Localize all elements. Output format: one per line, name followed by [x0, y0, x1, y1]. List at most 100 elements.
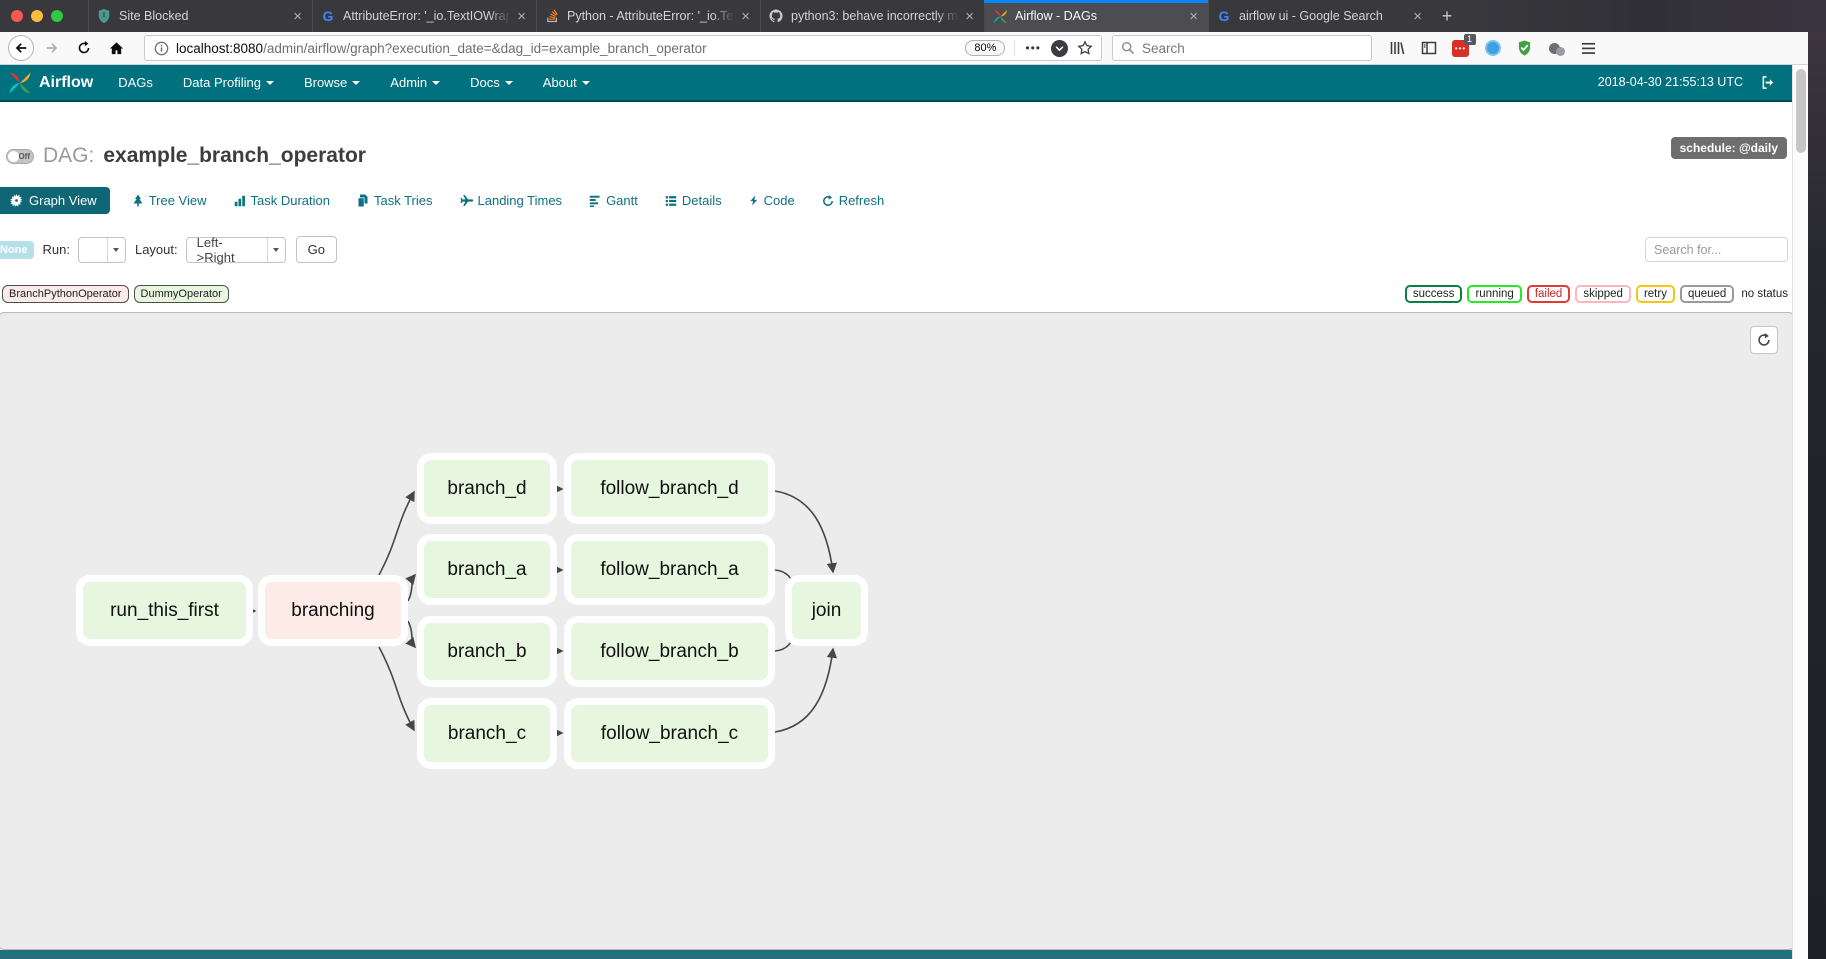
scrollbar-thumb[interactable] — [1796, 69, 1806, 153]
new-tab-button[interactable]: + — [1432, 0, 1462, 32]
url-text[interactable]: localhost:8080/admin/airflow/graph?execu… — [176, 41, 965, 56]
tab-airflow-ui-search[interactable]: G airflow ui - Google Search × — [1208, 0, 1432, 32]
url-domain: localhost:8080 — [176, 41, 263, 56]
sidebars-icon[interactable] — [1420, 40, 1437, 57]
background-window-edge — [1808, 32, 1826, 959]
pocket-icon[interactable] — [1051, 40, 1068, 57]
reload-icon[interactable] — [70, 34, 98, 62]
task-node-branch_b[interactable]: branch_b — [424, 623, 550, 680]
macos-window-controls[interactable] — [0, 0, 88, 32]
task-node-branching[interactable]: branching — [265, 582, 401, 639]
close-icon[interactable]: × — [514, 8, 529, 25]
nav-item-about[interactable]: About — [528, 65, 605, 100]
browser-search-input[interactable] — [1142, 41, 1342, 56]
status-legend: success running failed skipped retry que… — [1405, 285, 1790, 303]
tab-python-attributeerror[interactable]: Python - AttributeError: '_io.Te × — [536, 0, 760, 32]
airflow-brand[interactable]: Airflow — [0, 71, 103, 95]
airflow-logo-icon — [8, 71, 32, 95]
tree-icon — [132, 194, 144, 207]
menu-hamburger-icon[interactable] — [1580, 40, 1597, 57]
close-icon[interactable]: × — [738, 8, 753, 25]
tab-attributeerror-search[interactable]: G AttributeError: '_io.TextIOWrapp × — [312, 0, 536, 32]
github-icon — [768, 8, 784, 24]
tab-site-blocked[interactable]: Site Blocked × — [88, 0, 312, 32]
task-search-input[interactable] — [1645, 237, 1788, 262]
task-node-branch_a[interactable]: branch_a — [424, 541, 550, 598]
password-manager-extension-icon[interactable]: •••1 — [1452, 40, 1469, 57]
code-link[interactable]: Code — [749, 193, 795, 208]
refresh-icon — [1757, 333, 1771, 347]
chevron-down-icon — [107, 238, 125, 262]
close-icon[interactable]: × — [1186, 8, 1201, 25]
zoom-level-badge[interactable]: 80% — [965, 40, 1005, 56]
layout-select[interactable]: Left->Right — [186, 237, 286, 263]
server-datetime: 2018-04-30 21:55:13 UTC — [1598, 75, 1743, 89]
run-select[interactable] — [78, 237, 126, 263]
task-node-follow_branch_c[interactable]: follow_branch_c — [571, 705, 768, 762]
shield-icon — [96, 8, 112, 24]
close-window-button[interactable] — [11, 10, 23, 22]
tab-airflow-dags-active[interactable]: Airflow - DAGs × — [984, 0, 1208, 32]
tab-title: AttributeError: '_io.TextIOWrapp — [343, 9, 514, 23]
graph-refresh-button[interactable] — [1750, 326, 1778, 354]
details-link[interactable]: Details — [665, 193, 722, 208]
home-icon[interactable] — [102, 34, 130, 62]
tab-title: Site Blocked — [119, 9, 290, 23]
nav-item-docs[interactable]: Docs — [455, 65, 528, 100]
task-tries-link[interactable]: Task Tries — [357, 193, 433, 208]
flash-icon — [749, 194, 759, 207]
back-button[interactable] — [8, 35, 34, 61]
url-bar[interactable]: localhost:8080/admin/airflow/graph?execu… — [144, 35, 1102, 61]
logout-icon[interactable] — [1761, 75, 1776, 90]
task-node-branch_d[interactable]: branch_d — [424, 460, 550, 517]
close-icon[interactable]: × — [1410, 8, 1425, 25]
url-path: /admin/airflow/graph?execution_date=&dag… — [263, 41, 707, 56]
browser-search-bar[interactable] — [1112, 35, 1372, 61]
zoom-window-button[interactable] — [51, 10, 63, 22]
tab-python3-behave[interactable]: python3: behave incorrectly mo × — [760, 0, 984, 32]
schedule-badge: schedule: @daily — [1671, 137, 1787, 159]
tree-view-link[interactable]: Tree View — [132, 193, 207, 208]
page-actions-icon[interactable]: ••• — [1014, 41, 1041, 55]
airflow-menu: DAGs Data Profiling Browse Admin Docs Ab… — [103, 65, 605, 100]
task-node-run_this_first[interactable]: run_this_first — [83, 582, 246, 639]
nav-item-data-profiling[interactable]: Data Profiling — [168, 65, 289, 100]
dag-graph-canvas[interactable]: run_this_first branching branch_d follow… — [0, 312, 1795, 950]
task-node-follow_branch_b[interactable]: follow_branch_b — [571, 623, 768, 680]
library-icon[interactable] — [1388, 40, 1405, 57]
landing-times-link[interactable]: Landing Times — [460, 193, 563, 208]
forward-button[interactable] — [38, 34, 66, 62]
graph-view-button[interactable]: Graph View — [0, 187, 110, 214]
go-button[interactable]: Go — [296, 236, 337, 263]
duplicate-icon — [357, 194, 369, 207]
task-node-follow_branch_d[interactable]: follow_branch_d — [571, 460, 768, 517]
bookmark-star-icon[interactable] — [1077, 40, 1093, 56]
task-node-branch_c[interactable]: branch_c — [424, 705, 550, 762]
close-icon[interactable]: × — [962, 8, 977, 25]
gantt-link[interactable]: Gantt — [589, 193, 638, 208]
chevron-down-icon — [352, 81, 360, 85]
task-duration-link[interactable]: Task Duration — [234, 193, 330, 208]
adguard-shield-icon[interactable] — [1516, 40, 1533, 57]
dag-pause-toggle[interactable]: Off — [6, 149, 34, 164]
close-icon[interactable]: × — [290, 8, 305, 25]
nav-item-admin[interactable]: Admin — [375, 65, 455, 100]
refresh-link[interactable]: Refresh — [822, 193, 885, 208]
blue-extension-icon[interactable] — [1484, 40, 1501, 57]
task-node-follow_branch_a[interactable]: follow_branch_a — [571, 541, 768, 598]
toggle-label: Off — [18, 152, 30, 161]
list-icon — [665, 195, 677, 207]
page-info-icon[interactable] — [154, 41, 169, 56]
ghostery-icon[interactable] — [1548, 40, 1565, 57]
nav-item-dags[interactable]: DAGs — [103, 65, 168, 100]
page-scrollbar[interactable] — [1792, 65, 1808, 959]
legend-branchpythonoperator: BranchPythonOperator — [2, 285, 129, 303]
google-icon: G — [320, 8, 336, 24]
chevron-down-icon — [505, 81, 513, 85]
legend-skipped: skipped — [1575, 285, 1631, 303]
minimize-window-button[interactable] — [31, 10, 43, 22]
task-node-join[interactable]: join — [792, 582, 861, 639]
nav-item-browse[interactable]: Browse — [289, 65, 375, 100]
tab-title: Airflow - DAGs — [1015, 9, 1186, 23]
toolbar-icons: •••1 — [1388, 40, 1597, 57]
